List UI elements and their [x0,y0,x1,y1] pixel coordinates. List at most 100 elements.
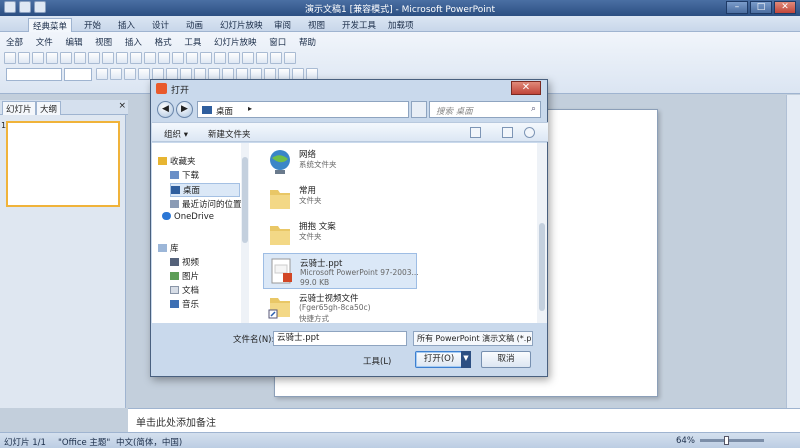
tab-slideshow[interactable]: 幻灯片放映 [216,18,267,32]
zoom-slider-thumb[interactable] [724,436,729,445]
open-dialog: 打开 ✕ ◀ ▶ 桌面 ▸ 搜索 桌面 ⌕ 组织 ▾ 新建文件夹 收藏夹 下载 … [150,79,548,377]
nav-pictures[interactable]: 图片 [170,270,199,282]
nav-favorites[interactable]: 收藏夹 [158,155,196,167]
print-icon[interactable] [46,52,58,64]
shadow-icon[interactable] [138,68,150,80]
filename-input[interactable]: 云骑士.ppt [273,331,407,346]
menu-all[interactable]: 全部 [6,38,23,48]
tab-design[interactable]: 设计 [148,18,173,32]
file-type-select[interactable]: 所有 PowerPoint 演示文稿 (*.ppt;*.pptx [413,331,533,346]
list-item[interactable]: 网络 系统文件夹 [263,145,417,181]
menu-file[interactable]: 文件 [36,38,53,48]
file-list-scrollbar-thumb[interactable] [539,223,545,311]
undo-icon[interactable] [144,52,156,64]
nav-libraries[interactable]: 库 [158,242,179,254]
menu-tools[interactable]: 工具 [184,38,201,48]
list-item[interactable]: 常用 文件夹 [263,181,417,217]
tab-addins[interactable]: 加载项 [384,18,418,32]
menu-insert[interactable]: 插入 [125,38,142,48]
bold-icon[interactable] [96,68,108,80]
italic-icon[interactable] [110,68,122,80]
tools-button[interactable]: 工具(L) [363,355,391,367]
color-icon[interactable] [256,52,268,64]
list-item-selected[interactable]: 云骑士.ppt Microsoft PowerPoint 97-2003... … [263,253,419,289]
spelling-icon[interactable] [74,52,86,64]
status-slide-count: 幻灯片 1/1 [4,438,46,448]
tab-view[interactable]: 视图 [304,18,329,32]
help-icon[interactable] [284,52,296,64]
back-button[interactable]: ◀ [157,101,174,118]
nav-videos[interactable]: 视频 [170,256,199,268]
new-icon[interactable] [4,52,16,64]
dialog-close-button[interactable]: ✕ [511,81,541,95]
maximize-button[interactable]: □ [750,1,772,14]
tab-home[interactable]: 开始 [80,18,105,32]
grid-icon[interactable] [242,52,254,64]
nav-recent[interactable]: 最近访问的位置 [170,198,242,210]
notes-pane[interactable]: 单击此处添加备注 [128,408,800,432]
recent-places-icon [170,200,179,208]
nav-documents[interactable]: 文档 [170,284,199,296]
nav-music[interactable]: 音乐 [170,298,199,310]
font-size-combo[interactable] [64,68,92,81]
paste-icon[interactable] [116,52,128,64]
list-item[interactable]: 拥抱 文案 文件夹 [263,217,417,253]
close-button[interactable]: ✕ [774,1,796,14]
underline-icon[interactable] [124,68,136,80]
tab-classic-menu[interactable]: 经典菜单 [28,18,73,32]
slide-thumbnail[interactable] [6,121,120,207]
nav-scrollbar-thumb[interactable] [242,157,248,243]
nav-onedrive[interactable]: OneDrive [162,212,214,222]
nav-desktop[interactable]: 桌面 [170,183,240,197]
address-bar[interactable]: 桌面 ▸ [197,101,409,118]
vertical-scrollbar[interactable] [786,95,800,408]
menu-format[interactable]: 格式 [155,38,172,48]
pane-close-icon[interactable]: × [118,101,126,111]
nav-downloads[interactable]: 下载 [170,169,199,181]
star-icon [158,157,167,165]
list-item[interactable]: 云骑士视频文件 (Fger65gh-8ca50c) 快捷方式 [263,289,417,325]
open-dropdown-button[interactable]: ▼ [461,351,471,368]
view-options-icon[interactable] [470,127,481,138]
preview-icon[interactable] [60,52,72,64]
tab-review[interactable]: 审阅 [270,18,295,32]
zoom-slider[interactable] [700,436,764,445]
status-zoom[interactable]: 64% [676,436,695,446]
help-icon[interactable] [524,127,535,138]
minimize-button[interactable]: – [726,1,748,14]
menu-edit[interactable]: 编辑 [65,38,82,48]
menu-slideshow[interactable]: 幻灯片放映 [214,38,257,48]
menu-window[interactable]: 窗口 [269,38,286,48]
file-list-scrollbar[interactable] [537,143,547,323]
cut-icon[interactable] [88,52,100,64]
format-painter-icon[interactable] [130,52,142,64]
tab-insert[interactable]: 插入 [114,18,139,32]
tab-animation[interactable]: 动画 [182,18,207,32]
forward-button[interactable]: ▶ [176,101,193,118]
new-slide-icon[interactable] [228,52,240,64]
menu-view[interactable]: 视图 [95,38,112,48]
font-name-combo[interactable] [6,68,62,81]
organize-button[interactable]: 组织 ▾ [164,128,188,140]
new-folder-button[interactable]: 新建文件夹 [208,128,251,140]
chart-icon[interactable] [200,52,212,64]
hyperlink-icon[interactable] [172,52,184,64]
tab-developer[interactable]: 开发工具 [338,18,380,32]
refresh-button[interactable] [411,101,427,118]
copy-icon[interactable] [102,52,114,64]
picture-icon[interactable] [214,52,226,64]
nav-scrollbar[interactable] [241,143,249,323]
chevron-right-icon[interactable]: ▸ [248,104,252,113]
navigation-pane: 收藏夹 下载 桌面 最近访问的位置 OneDrive 库 视频 图片 文档 音乐 [152,143,247,323]
preview-pane-icon[interactable] [502,127,513,138]
save-icon[interactable] [32,52,44,64]
redo-icon[interactable] [158,52,170,64]
zoom-icon[interactable] [270,52,282,64]
search-box[interactable]: 搜索 桌面 ⌕ [429,101,541,118]
cancel-button[interactable]: 取消 [481,351,531,368]
video-icon [170,258,179,266]
open-button[interactable]: 打开(O) [415,351,463,368]
table-icon[interactable] [186,52,198,64]
menu-help[interactable]: 帮助 [299,38,316,48]
open-icon[interactable] [18,52,30,64]
